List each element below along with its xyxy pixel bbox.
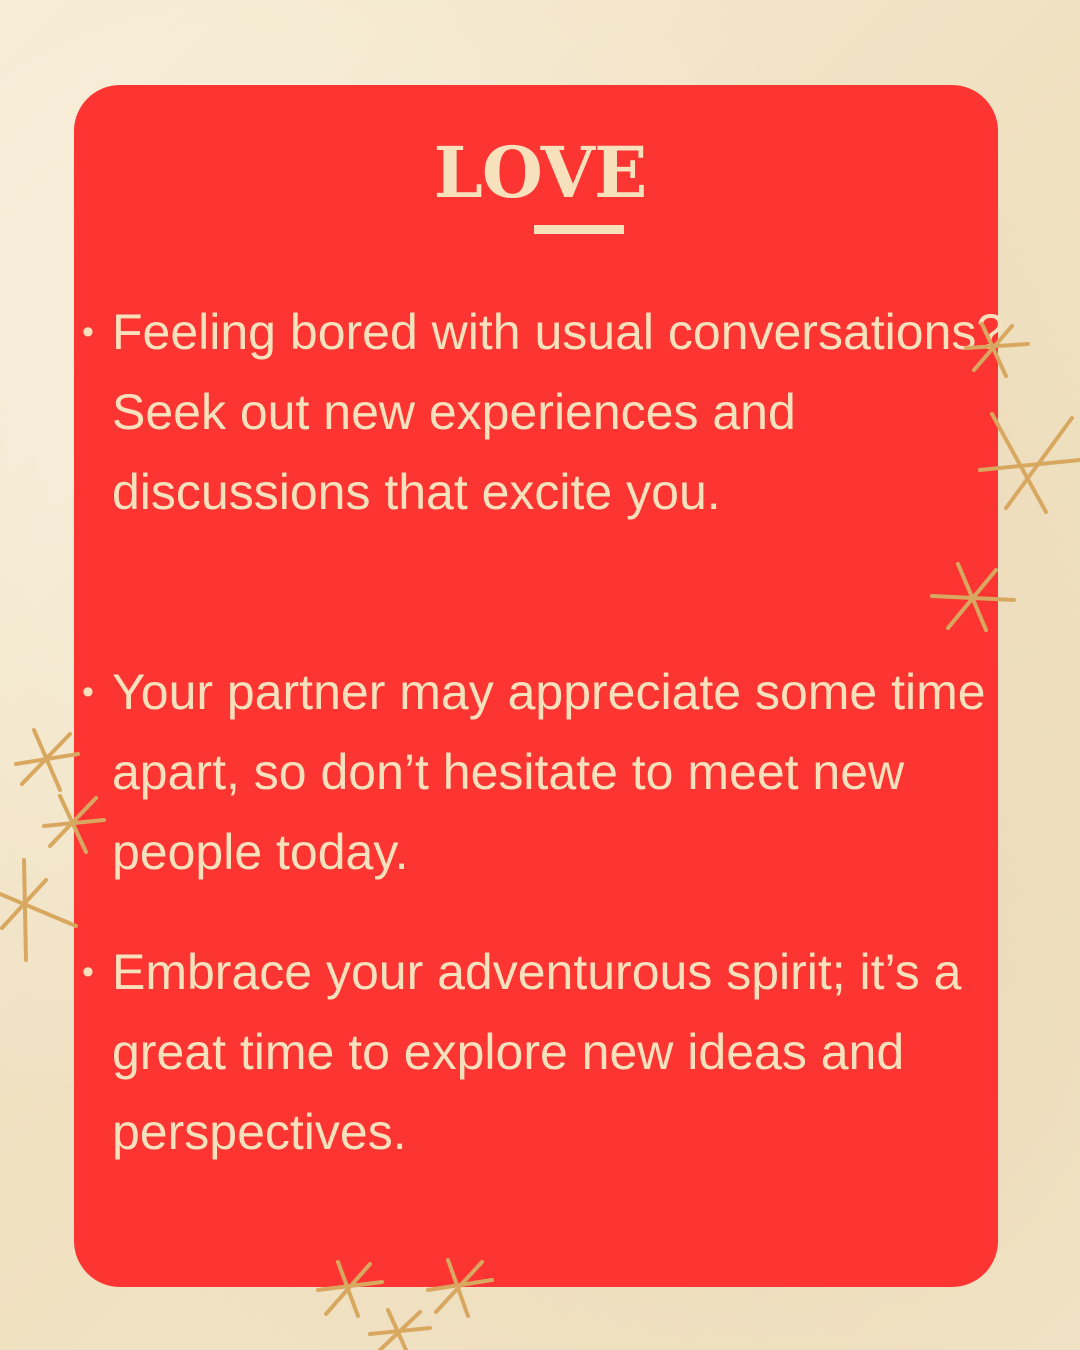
- sparkle-star-icon: [930, 562, 1016, 632]
- sparkle-star-icon: [0, 858, 78, 962]
- sparkle-star-icon: [42, 794, 106, 854]
- sparkle-star-icon: [14, 728, 80, 792]
- sparkle-star-icon: [426, 1258, 494, 1318]
- sparkle-star-icon: [368, 1308, 432, 1350]
- star-decorations: [0, 0, 1080, 1350]
- sparkle-star-icon: [964, 322, 1030, 378]
- sparkle-star-icon: [978, 412, 1080, 514]
